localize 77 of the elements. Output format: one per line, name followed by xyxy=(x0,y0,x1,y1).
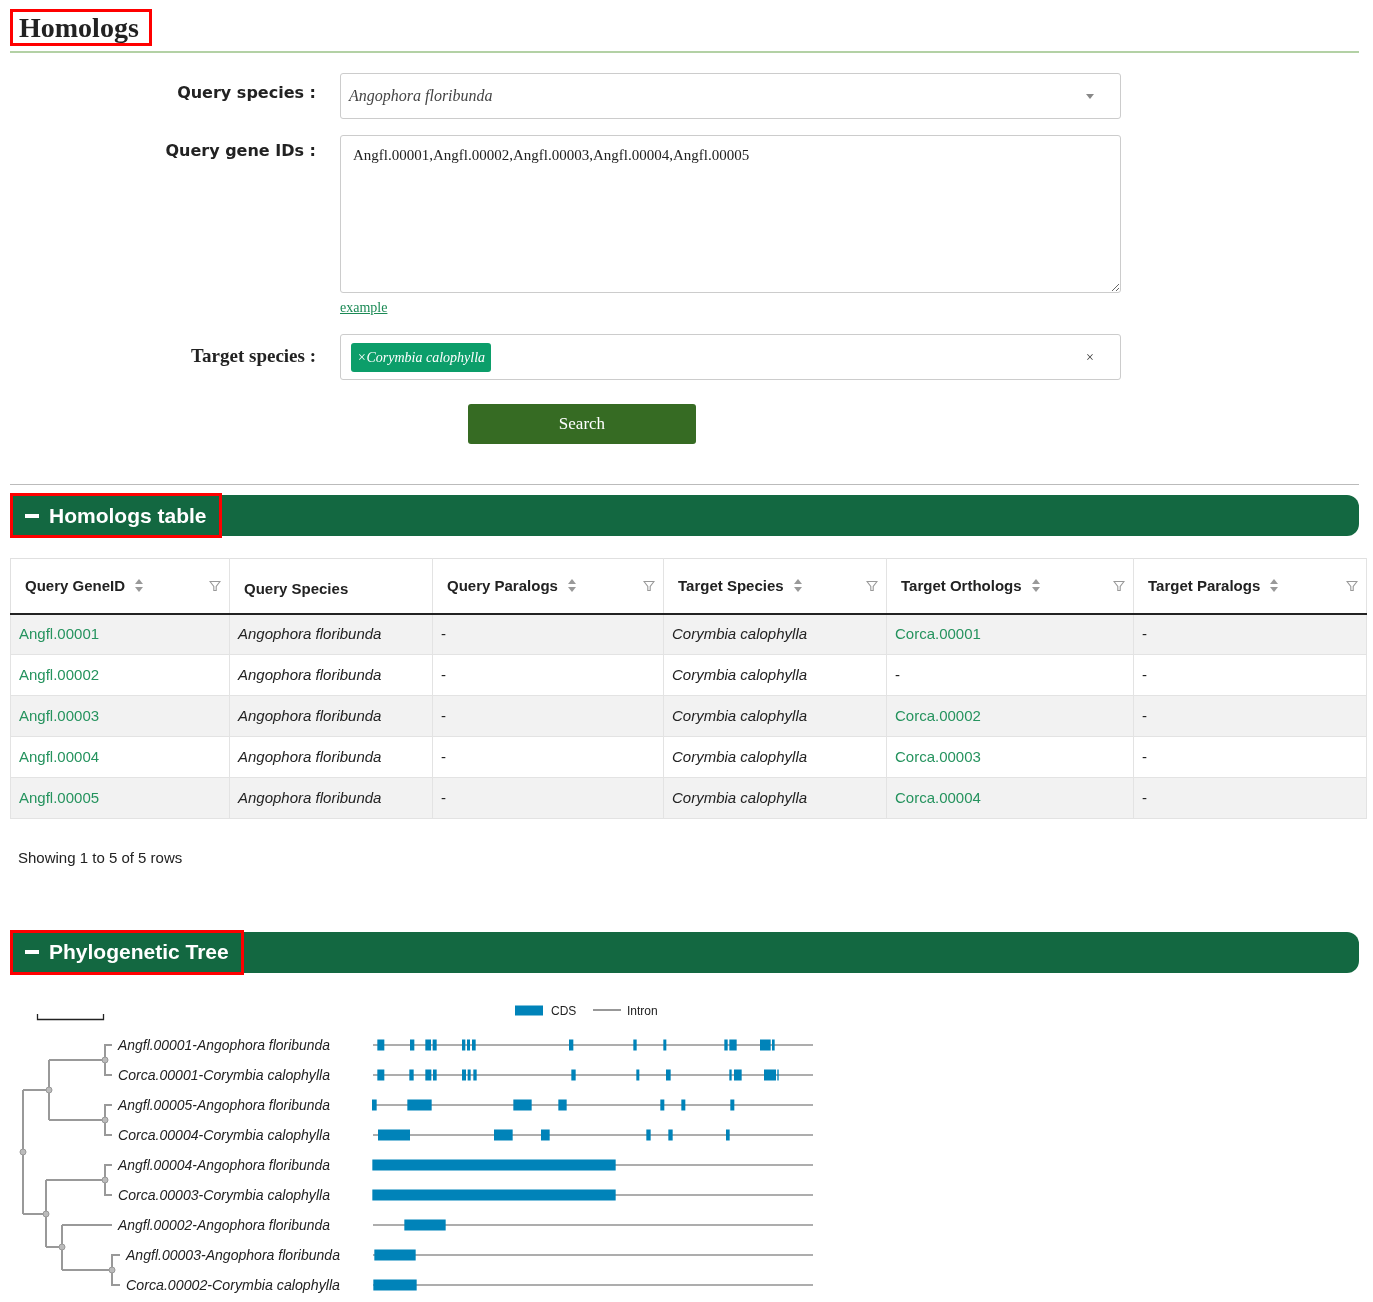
table-cell: - xyxy=(895,665,900,683)
table-cell: - xyxy=(441,788,446,806)
gene-id-link[interactable]: Angfl.00005 xyxy=(19,788,100,806)
leaf-label: Corca.00003-Corymbia calophylla xyxy=(118,1186,329,1203)
field-label: Query gene IDs : xyxy=(164,140,317,162)
gene-id-link[interactable]: Angfl.00001 xyxy=(19,625,100,642)
table-cell: Corymbia calophylla xyxy=(672,706,808,724)
gene-id-link[interactable]: Corca.00004 xyxy=(895,788,981,806)
sort-icon[interactable] xyxy=(1270,579,1279,593)
collapse-icon xyxy=(25,950,39,954)
cds-swatch-icon xyxy=(515,1005,543,1015)
table-cell: Corymbia calophylla xyxy=(672,747,808,765)
filter-icon[interactable] xyxy=(209,579,221,592)
table-cell: Angophora floribunda xyxy=(238,665,382,683)
search-button[interactable]: Search xyxy=(468,404,696,444)
gene-id-link[interactable]: Angfl.00002 xyxy=(19,665,100,683)
gene-id-link[interactable]: Corca.00001 xyxy=(895,625,981,642)
filter-icon[interactable] xyxy=(643,579,655,592)
table-cell: - xyxy=(1142,706,1147,724)
table-cell: - xyxy=(1142,665,1147,683)
table-cell: - xyxy=(1142,747,1147,765)
leaf-label: Angfl.00003-Angophora floribunda xyxy=(126,1246,340,1263)
filter-icon[interactable] xyxy=(1346,579,1358,592)
page-title: Homologs xyxy=(10,9,152,46)
table-cell: - xyxy=(1142,788,1147,806)
table-cell: - xyxy=(1142,625,1147,642)
species-tag[interactable]: ×Corymbia calophylla xyxy=(351,342,492,372)
table-cell: Angophora floribunda xyxy=(238,625,382,642)
filter-icon[interactable] xyxy=(866,579,878,592)
gene-id-link[interactable]: Corca.00003 xyxy=(895,747,981,765)
caret-icon xyxy=(1086,93,1094,99)
table-cell: Angophora floribunda xyxy=(238,747,382,765)
table-cell: Corymbia calophylla xyxy=(672,788,808,806)
field-label: Query species : xyxy=(176,82,317,104)
leaf-label: Angfl.00005-Angophora floribunda xyxy=(118,1096,332,1113)
table-cell: Corymbia calophylla xyxy=(672,625,808,642)
species-select[interactable]: Angophora floribunda xyxy=(340,73,1121,119)
gene-id-link[interactable]: Angfl.00003 xyxy=(19,706,100,724)
leaf-label: Angfl.00004-Angophora floribunda xyxy=(118,1156,332,1173)
table-cell: Corymbia calophylla xyxy=(672,665,808,683)
gene-id-link[interactable]: Angfl.00004 xyxy=(19,747,100,765)
section-toggle[interactable]: Phylogenetic Tree xyxy=(10,929,244,975)
column-header[interactable]: Query GeneID xyxy=(10,558,230,614)
column-header[interactable]: Query Paralogs xyxy=(432,558,664,614)
table-cell: Angophora floribunda xyxy=(238,706,382,724)
clear-button[interactable]: × xyxy=(1086,346,1094,368)
sort-icon[interactable] xyxy=(567,579,576,593)
gene-id-link[interactable]: Corca.00002 xyxy=(895,706,981,724)
leaf-label: Corca.00004-Corymbia calophylla xyxy=(118,1126,329,1143)
leaf-label: Corca.00001-Corymbia calophylla xyxy=(118,1066,329,1083)
table-cell: - xyxy=(441,706,446,724)
table-cell: - xyxy=(441,747,446,765)
collapse-icon xyxy=(25,513,39,518)
leaf-label: Angfl.00001-Angophora floribunda xyxy=(118,1036,332,1053)
table-cell: - xyxy=(441,625,446,642)
legend-label: CDS xyxy=(551,1003,577,1018)
pagination-info: Showing 1 to 5 of 5 rows xyxy=(18,849,183,866)
target-species-field[interactable]: ×Corymbia calophylla × xyxy=(340,334,1121,380)
leaf-label: Corca.00002-Corymbia calophylla xyxy=(126,1276,337,1293)
scale-bar xyxy=(36,1012,105,1020)
legend-label: Intron xyxy=(627,1003,658,1018)
gene-ids-textarea[interactable]: Angfl.00001,Angfl.00002,Angfl.00003,Angfl.00004,Angfl.00005 xyxy=(340,135,1121,293)
leaf-label: Angfl.00002-Angophora floribunda xyxy=(118,1216,332,1233)
table-cell: - xyxy=(441,665,446,683)
column-header: Query Species xyxy=(229,558,433,614)
table-cell: Angophora floribunda xyxy=(238,788,382,806)
field-label: Target species : xyxy=(190,344,317,368)
filter-icon[interactable] xyxy=(1113,579,1125,592)
sort-icon[interactable] xyxy=(1031,579,1040,593)
column-header[interactable]: Target Paralogs xyxy=(1133,558,1367,614)
column-header[interactable]: Target Species xyxy=(663,558,887,614)
section-toggle[interactable]: Homologs table xyxy=(10,493,222,538)
sort-icon[interactable] xyxy=(793,579,802,593)
sort-icon[interactable] xyxy=(135,579,144,593)
column-header[interactable]: Target Orthologs xyxy=(886,558,1134,614)
intron-line-icon xyxy=(593,1009,621,1010)
example-link[interactable]: example xyxy=(340,297,388,318)
